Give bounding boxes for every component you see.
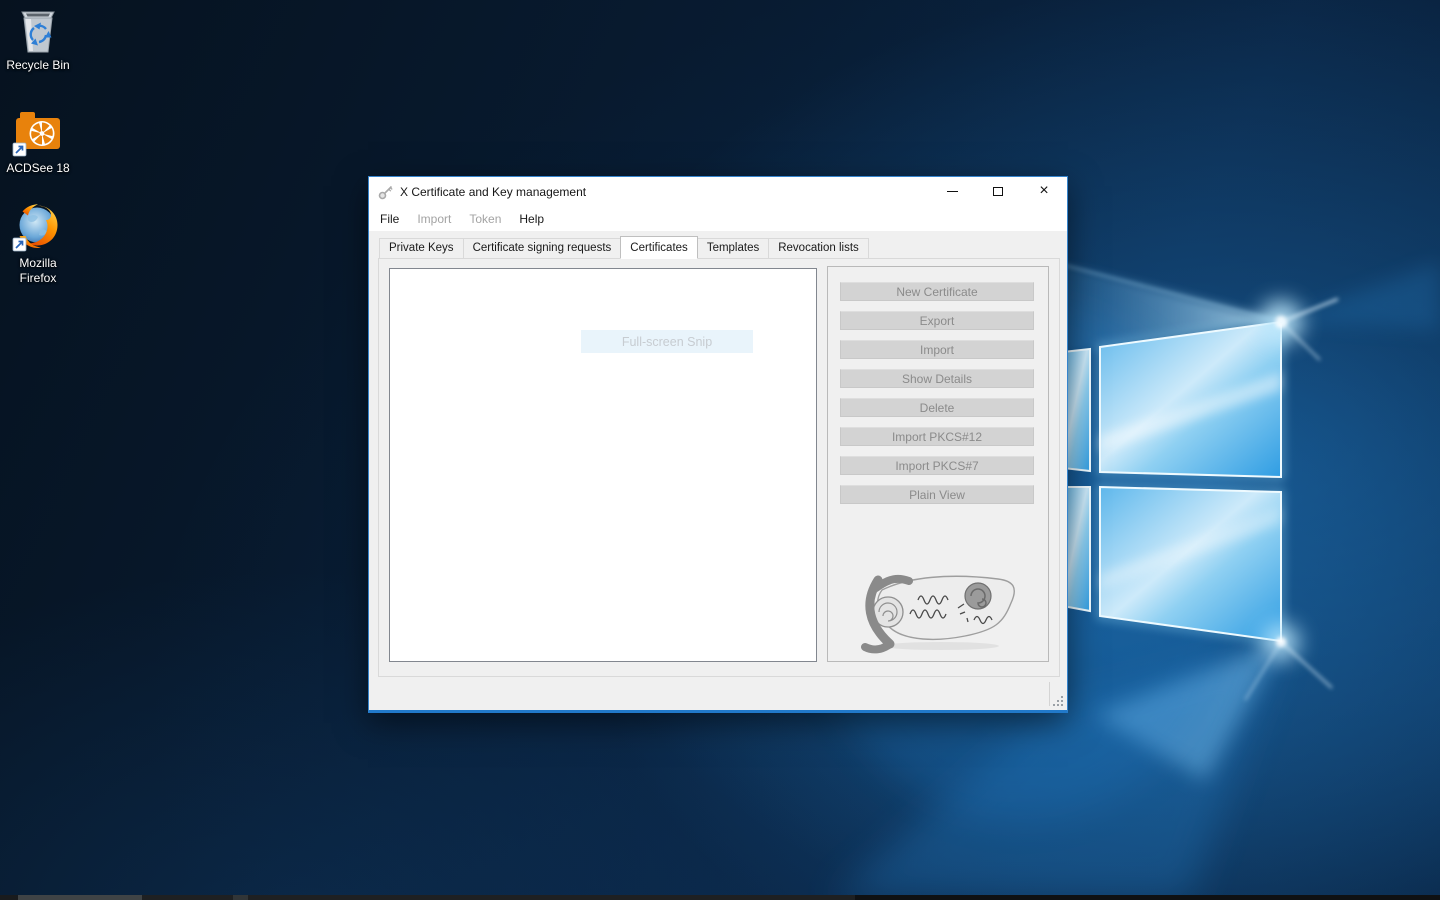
import-pkcs12-button[interactable]: Import PKCS#12 xyxy=(840,427,1034,446)
xca-scroll-logo xyxy=(846,558,1028,654)
show-details-button[interactable]: Show Details xyxy=(840,369,1034,388)
certificate-list[interactable]: Full-screen Snip xyxy=(389,268,817,662)
taskbar-segment xyxy=(18,895,142,900)
taskbar[interactable] xyxy=(0,895,1440,900)
shortcut-arrow-overlay xyxy=(13,238,26,251)
desktop-icon-acdsee[interactable]: ACDSee 18 xyxy=(0,104,76,176)
maximize-icon xyxy=(993,187,1003,196)
minimize-button[interactable] xyxy=(929,177,975,206)
window-title: X Certificate and Key management xyxy=(400,185,586,199)
caption-buttons: × xyxy=(929,177,1067,206)
close-button[interactable]: × xyxy=(1021,177,1067,206)
xca-window: X Certificate and Key management × File … xyxy=(368,176,1068,713)
taskbar-segment xyxy=(855,895,1440,900)
desktop-icon-label: Recycle Bin xyxy=(0,58,76,73)
desktop-icon-label: Firefox xyxy=(0,271,76,286)
action-panel: New Certificate Export Import Show Detai… xyxy=(827,266,1049,662)
export-button[interactable]: Export xyxy=(840,311,1034,330)
acdsee-camera-icon xyxy=(10,104,66,158)
firefox-icon xyxy=(10,197,66,253)
titlebar[interactable]: X Certificate and Key management × xyxy=(369,177,1067,206)
tab-certificates[interactable]: Certificates xyxy=(620,236,698,259)
taskbar-segment xyxy=(0,895,18,900)
delete-button[interactable]: Delete xyxy=(840,398,1034,417)
new-certificate-button[interactable]: New Certificate xyxy=(840,282,1034,301)
status-bar xyxy=(369,674,1067,710)
menu-token[interactable]: Token xyxy=(462,209,508,229)
tab-private-keys[interactable]: Private Keys xyxy=(379,238,464,258)
menu-import[interactable]: Import xyxy=(410,209,458,229)
minimize-icon xyxy=(947,191,958,192)
shortcut-arrow-overlay xyxy=(13,143,26,156)
menu-file[interactable]: File xyxy=(373,209,406,229)
tab-certificate-signing-requests[interactable]: Certificate signing requests xyxy=(463,238,622,258)
maximize-button[interactable] xyxy=(975,177,1021,206)
recycle-bin-icon xyxy=(12,5,64,55)
status-separator xyxy=(1049,682,1050,706)
desktop-icon-label: Mozilla xyxy=(0,256,76,271)
desktop-icon-label: ACDSee 18 xyxy=(0,161,76,176)
import-button[interactable]: Import xyxy=(840,340,1034,359)
desktop: Recycle Bin ACDSee 18 xyxy=(0,0,1440,900)
tab-revocation-lists[interactable]: Revocation lists xyxy=(768,238,869,258)
menu-bar: File Import Token Help xyxy=(369,206,1067,231)
plain-view-button[interactable]: Plain View xyxy=(840,485,1034,504)
taskbar-segment xyxy=(233,895,248,900)
key-icon xyxy=(378,184,394,200)
resize-grip[interactable] xyxy=(1052,695,1064,707)
desktop-icon-recycle-bin[interactable]: Recycle Bin xyxy=(0,5,76,73)
menu-help[interactable]: Help xyxy=(512,209,551,229)
import-pkcs7-button[interactable]: Import PKCS#7 xyxy=(840,456,1034,475)
desktop-icon-firefox[interactable]: Mozilla Firefox xyxy=(0,197,76,286)
fullscreen-snip-overlay: Full-screen Snip xyxy=(581,330,753,353)
tab-templates[interactable]: Templates xyxy=(697,238,769,258)
certificates-tab-pane: Full-screen Snip New Certificate Export … xyxy=(378,258,1060,677)
tab-bar: Private Keys Certificate signing request… xyxy=(379,236,868,258)
